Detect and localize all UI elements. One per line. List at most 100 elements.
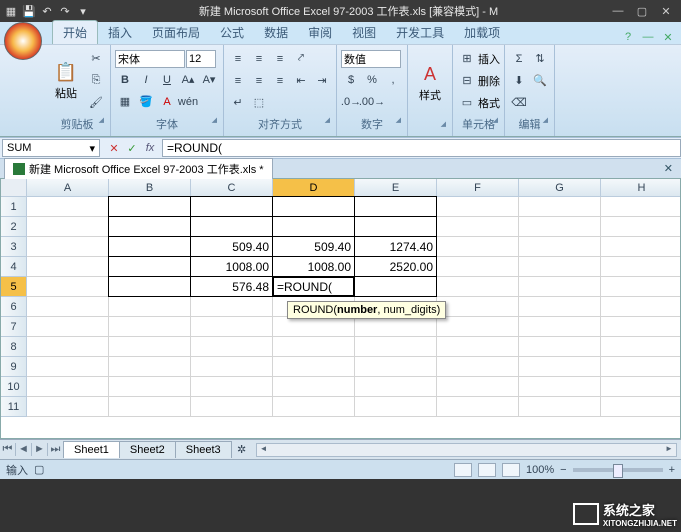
cell-E4[interactable]: 2520.00 bbox=[354, 256, 437, 277]
sheet-next-icon[interactable]: ► bbox=[32, 443, 48, 456]
find-icon[interactable]: 🔍 bbox=[530, 71, 550, 91]
delete-cell-icon[interactable]: ⊟ bbox=[457, 71, 477, 91]
tab-home[interactable]: 开始 bbox=[52, 20, 98, 44]
cell-A1[interactable] bbox=[27, 197, 109, 217]
cell-D10[interactable] bbox=[273, 377, 355, 397]
cell-D5[interactable]: =ROUND( bbox=[272, 276, 355, 297]
zoom-slider[interactable] bbox=[573, 468, 663, 472]
cell-A3[interactable] bbox=[27, 237, 109, 257]
row-header-3[interactable]: 3 bbox=[1, 237, 27, 257]
cell-A10[interactable] bbox=[27, 377, 109, 397]
font-size-combo[interactable]: 12 bbox=[186, 50, 216, 68]
cell-C2[interactable] bbox=[190, 216, 273, 237]
cell-H10[interactable] bbox=[601, 377, 681, 397]
bold-button[interactable]: B bbox=[115, 70, 135, 90]
shrink-font-icon[interactable]: A▾ bbox=[199, 70, 219, 90]
zoom-out-icon[interactable]: − bbox=[560, 464, 566, 476]
select-all-corner[interactable] bbox=[1, 179, 27, 197]
paste-button[interactable]: 📋 粘贴 bbox=[48, 59, 84, 103]
cell-B6[interactable] bbox=[109, 297, 191, 317]
row-header-2[interactable]: 2 bbox=[1, 217, 27, 237]
cell-D2[interactable] bbox=[272, 216, 355, 237]
cell-E3[interactable]: 1274.40 bbox=[354, 236, 437, 257]
grid[interactable]: ABCDEFGH 1234567891011 509.40509.401274.… bbox=[0, 179, 681, 439]
enter-icon[interactable]: ✓ bbox=[124, 142, 140, 155]
fill-color-icon[interactable]: 🪣 bbox=[136, 92, 156, 112]
row-header-4[interactable]: 4 bbox=[1, 257, 27, 277]
minimize-button[interactable]: — bbox=[607, 3, 629, 19]
cell-D9[interactable] bbox=[273, 357, 355, 377]
view-break-icon[interactable] bbox=[502, 463, 520, 477]
cell-H6[interactable] bbox=[601, 297, 681, 317]
col-header-E[interactable]: E bbox=[355, 179, 437, 197]
row-header-6[interactable]: 6 bbox=[1, 297, 27, 317]
cell-A7[interactable] bbox=[27, 317, 109, 337]
cell-H8[interactable] bbox=[601, 337, 681, 357]
qat-more-icon[interactable]: ▾ bbox=[76, 4, 90, 18]
italic-button[interactable]: I bbox=[136, 70, 156, 90]
formula-input[interactable] bbox=[162, 139, 681, 157]
font-color-icon[interactable]: A bbox=[157, 92, 177, 112]
save-icon[interactable]: 💾 bbox=[22, 4, 36, 18]
cell-C1[interactable] bbox=[190, 196, 273, 217]
cell-C8[interactable] bbox=[191, 337, 273, 357]
row-header-7[interactable]: 7 bbox=[1, 317, 27, 337]
cell-G2[interactable] bbox=[519, 217, 601, 237]
cell-C9[interactable] bbox=[191, 357, 273, 377]
tab-view[interactable]: 视图 bbox=[342, 21, 386, 44]
sheet-tab-1[interactable]: Sheet1 bbox=[63, 441, 120, 458]
cell-C7[interactable] bbox=[191, 317, 273, 337]
underline-button[interactable]: U bbox=[157, 70, 177, 90]
row-header-8[interactable]: 8 bbox=[1, 337, 27, 357]
fill-icon[interactable]: ⬇ bbox=[509, 71, 529, 91]
cell-E9[interactable] bbox=[355, 357, 437, 377]
cell-G1[interactable] bbox=[519, 197, 601, 217]
cell-A9[interactable] bbox=[27, 357, 109, 377]
insert-cell-icon[interactable]: ⊞ bbox=[457, 49, 477, 69]
cell-C4[interactable]: 1008.00 bbox=[190, 256, 273, 277]
cell-H1[interactable] bbox=[601, 197, 681, 217]
cell-F7[interactable] bbox=[437, 317, 519, 337]
cell-B10[interactable] bbox=[109, 377, 191, 397]
cell-E2[interactable] bbox=[354, 216, 437, 237]
cell-H4[interactable] bbox=[601, 257, 681, 277]
cell-C11[interactable] bbox=[191, 397, 273, 417]
cell-C5[interactable]: 576.48 bbox=[190, 276, 273, 297]
copy-icon[interactable]: ⎘ bbox=[86, 71, 106, 91]
sheet-last-icon[interactable]: ⏭ bbox=[48, 443, 64, 456]
delete-label[interactable]: 删除 bbox=[478, 73, 500, 89]
cell-G10[interactable] bbox=[519, 377, 601, 397]
clear-icon[interactable]: ⌫ bbox=[509, 93, 529, 113]
col-header-C[interactable]: C bbox=[191, 179, 273, 197]
sheet-first-icon[interactable]: ⏮ bbox=[0, 443, 16, 456]
phonetic-icon[interactable]: wén bbox=[178, 92, 198, 112]
workbook-tab[interactable]: 新建 Microsoft Office Excel 97-2003 工作表.xl… bbox=[4, 158, 273, 179]
cell-A2[interactable] bbox=[27, 217, 109, 237]
cell-H7[interactable] bbox=[601, 317, 681, 337]
cell-F10[interactable] bbox=[437, 377, 519, 397]
border-icon[interactable]: ▦ bbox=[115, 92, 135, 112]
cell-E8[interactable] bbox=[355, 337, 437, 357]
cell-D1[interactable] bbox=[272, 196, 355, 217]
cell-G11[interactable] bbox=[519, 397, 601, 417]
format-cell-icon[interactable]: ▭ bbox=[457, 93, 477, 113]
workbook-close-icon[interactable]: ✕ bbox=[656, 162, 681, 175]
cancel-icon[interactable]: ✕ bbox=[106, 142, 122, 155]
sheet-tab-3[interactable]: Sheet3 bbox=[175, 441, 232, 458]
cell-G9[interactable] bbox=[519, 357, 601, 377]
tab-insert[interactable]: 插入 bbox=[98, 21, 142, 44]
indent-dec-icon[interactable]: ⇤ bbox=[291, 71, 311, 91]
cell-E5[interactable] bbox=[354, 276, 437, 297]
sort-icon[interactable]: ⇅ bbox=[530, 49, 550, 69]
ribbon-close-icon[interactable]: ✕ bbox=[659, 31, 677, 44]
cell-F1[interactable] bbox=[437, 197, 519, 217]
cell-B7[interactable] bbox=[109, 317, 191, 337]
wrap-text-icon[interactable]: ↵ bbox=[228, 93, 248, 113]
macro-record-icon[interactable]: ▢ bbox=[34, 463, 44, 476]
cell-A11[interactable] bbox=[27, 397, 109, 417]
cell-H11[interactable] bbox=[601, 397, 681, 417]
cell-E11[interactable] bbox=[355, 397, 437, 417]
align-right-icon[interactable]: ≡ bbox=[270, 71, 290, 91]
sheet-prev-icon[interactable]: ◄ bbox=[16, 443, 32, 456]
cell-B8[interactable] bbox=[109, 337, 191, 357]
